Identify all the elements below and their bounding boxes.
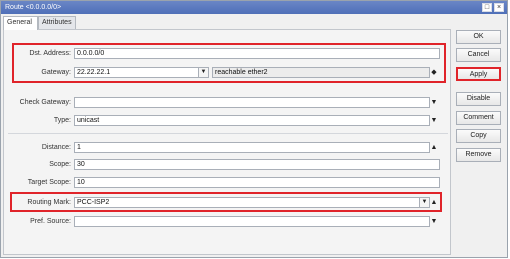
- remove-button[interactable]: Remove: [456, 148, 501, 162]
- pref-source-field[interactable]: [74, 216, 430, 227]
- close-window-icon[interactable]: ×: [494, 3, 504, 12]
- general-panel: Dst. Address: 0.0.0.0/0 Gateway: 22.22.2…: [3, 29, 451, 255]
- window-titlebar[interactable]: Route <0.0.0.0/0> □ ×: [1, 1, 507, 14]
- tab-general[interactable]: General: [3, 16, 38, 30]
- target-scope-label: Target Scope:: [27, 179, 71, 186]
- type-label: Type:: [53, 117, 71, 124]
- pref-source-dropdown-icon[interactable]: ▼: [430, 216, 438, 227]
- tab-attributes[interactable]: Attributes: [38, 16, 76, 29]
- copy-button[interactable]: Copy: [456, 129, 501, 143]
- type-field[interactable]: unicast: [74, 115, 430, 126]
- section-divider: [8, 133, 448, 134]
- distance-up-icon[interactable]: ▲: [430, 142, 438, 153]
- pref-source-label: Pref. Source:: [30, 218, 71, 225]
- comment-button[interactable]: Comment: [456, 111, 501, 125]
- window-title: Route <0.0.0.0/0>: [5, 4, 62, 11]
- target-scope-field[interactable]: 10: [74, 177, 440, 188]
- ok-button[interactable]: OK: [456, 30, 501, 44]
- check-gateway-dropdown-icon[interactable]: ▼: [430, 97, 438, 108]
- highlight-box-address-gateway: [12, 43, 446, 83]
- apply-button[interactable]: Apply: [456, 67, 501, 81]
- distance-label: Distance:: [41, 144, 71, 151]
- distance-field[interactable]: 1: [74, 142, 430, 153]
- check-gateway-field[interactable]: [74, 97, 430, 108]
- check-gateway-label: Check Gateway:: [19, 99, 71, 106]
- route-window: Route <0.0.0.0/0> □ × General Attributes…: [0, 0, 508, 258]
- restore-window-icon[interactable]: □: [482, 3, 492, 12]
- scope-field[interactable]: 30: [74, 159, 440, 170]
- type-dropdown-icon[interactable]: ▼: [430, 115, 438, 126]
- scope-label: Scope:: [49, 161, 71, 168]
- disable-button[interactable]: Disable: [456, 92, 501, 106]
- cancel-button[interactable]: Cancel: [456, 48, 501, 62]
- highlight-box-routing-mark: [10, 192, 442, 212]
